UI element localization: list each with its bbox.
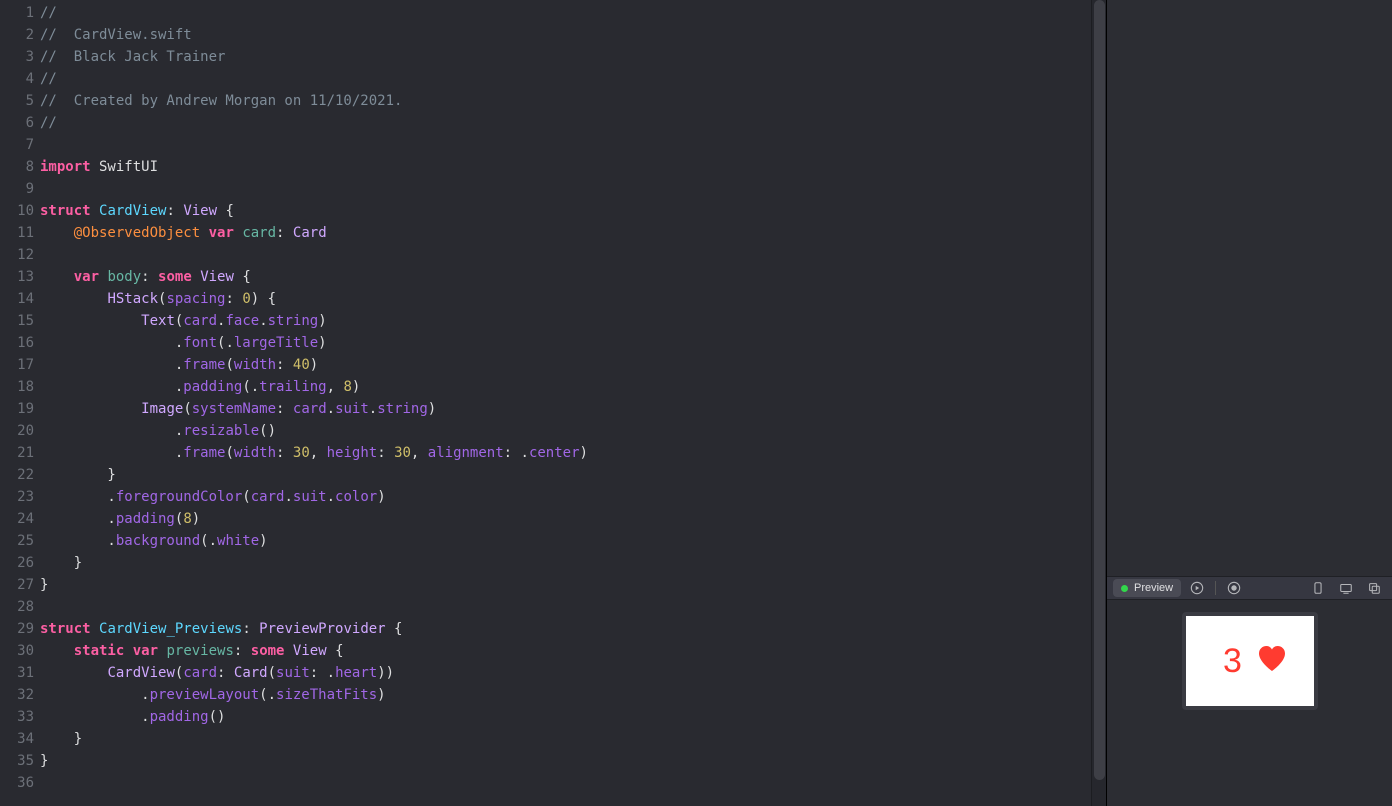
code-line[interactable]: } <box>40 464 1106 486</box>
line-number: 35 <box>0 750 40 772</box>
code-line[interactable] <box>40 178 1106 200</box>
preview-on-device-button[interactable] <box>1334 579 1358 597</box>
code-line[interactable]: // <box>40 2 1106 24</box>
code-line[interactable]: HStack(spacing: 0) { <box>40 288 1106 310</box>
code-line[interactable]: var body: some View { <box>40 266 1106 288</box>
line-number: 19 <box>0 398 40 420</box>
duplicate-preview-button[interactable] <box>1362 579 1386 597</box>
code-line[interactable]: import SwiftUI <box>40 156 1106 178</box>
code-line[interactable]: .previewLayout(.sizeThatFits) <box>40 684 1106 706</box>
code-line[interactable]: } <box>40 750 1106 772</box>
line-number: 25 <box>0 530 40 552</box>
app-root: 1234567891011121314151617181920212223242… <box>0 0 1392 806</box>
line-number: 33 <box>0 706 40 728</box>
code-line[interactable] <box>40 596 1106 618</box>
line-number: 2 <box>0 24 40 46</box>
line-number: 12 <box>0 244 40 266</box>
line-number: 20 <box>0 420 40 442</box>
card-face-value: 3 <box>1213 642 1253 681</box>
code-line[interactable]: } <box>40 728 1106 750</box>
line-number: 7 <box>0 134 40 156</box>
code-line[interactable]: .padding() <box>40 706 1106 728</box>
code-line[interactable]: CardView(card: Card(suit: .heart)) <box>40 662 1106 684</box>
line-number: 3 <box>0 46 40 68</box>
line-number: 13 <box>0 266 40 288</box>
editor-scrollbar-thumb[interactable] <box>1094 0 1105 780</box>
line-number: 17 <box>0 354 40 376</box>
preview-toolbar: Preview <box>1107 576 1392 600</box>
line-number: 32 <box>0 684 40 706</box>
line-number: 21 <box>0 442 40 464</box>
live-preview-button[interactable] <box>1185 579 1209 597</box>
code-line[interactable]: Text(card.face.string) <box>40 310 1106 332</box>
line-number: 28 <box>0 596 40 618</box>
line-number: 23 <box>0 486 40 508</box>
code-line[interactable]: // Created by Andrew Morgan on 11/10/202… <box>40 90 1106 112</box>
line-number: 15 <box>0 310 40 332</box>
line-number: 30 <box>0 640 40 662</box>
code-line[interactable] <box>40 772 1106 794</box>
line-number: 24 <box>0 508 40 530</box>
line-gutter: 1234567891011121314151617181920212223242… <box>0 0 40 806</box>
preview-label: Preview <box>1134 582 1173 594</box>
code-line[interactable] <box>40 134 1106 156</box>
code-line[interactable]: @ObservedObject var card: Card <box>40 222 1106 244</box>
preview-canvas-card[interactable]: 3 <box>1182 612 1318 710</box>
code-line[interactable]: // <box>40 112 1106 134</box>
line-number: 10 <box>0 200 40 222</box>
line-number: 18 <box>0 376 40 398</box>
code-line[interactable]: .padding(.trailing, 8) <box>40 376 1106 398</box>
line-number: 11 <box>0 222 40 244</box>
heart-suit-icon <box>1257 644 1287 678</box>
code-line[interactable]: .font(.largeTitle) <box>40 332 1106 354</box>
line-number: 14 <box>0 288 40 310</box>
code-line[interactable] <box>40 244 1106 266</box>
code-line[interactable]: .frame(width: 30, height: 30, alignment:… <box>40 442 1106 464</box>
code-line[interactable]: // <box>40 68 1106 90</box>
line-number: 26 <box>0 552 40 574</box>
code-line[interactable]: .frame(width: 40) <box>40 354 1106 376</box>
preview-status-pill[interactable]: Preview <box>1113 579 1181 597</box>
line-number: 29 <box>0 618 40 640</box>
card-view-preview: 3 <box>1186 616 1314 706</box>
line-number: 16 <box>0 332 40 354</box>
code-line[interactable]: } <box>40 574 1106 596</box>
code-line[interactable]: struct CardView: View { <box>40 200 1106 222</box>
line-number: 34 <box>0 728 40 750</box>
code-line[interactable]: .background(.white) <box>40 530 1106 552</box>
line-number: 22 <box>0 464 40 486</box>
code-line[interactable]: struct CardView_Previews: PreviewProvide… <box>40 618 1106 640</box>
line-number: 9 <box>0 178 40 200</box>
editor-scrollbar[interactable] <box>1091 0 1106 806</box>
status-dot-icon <box>1121 585 1128 592</box>
code-line[interactable]: .padding(8) <box>40 508 1106 530</box>
line-number: 5 <box>0 90 40 112</box>
line-number: 1 <box>0 2 40 24</box>
preview-pane: Preview 3 <box>1107 0 1392 806</box>
editor-pane[interactable]: 1234567891011121314151617181920212223242… <box>0 0 1106 806</box>
line-number: 4 <box>0 68 40 90</box>
selectable-button[interactable] <box>1222 579 1246 597</box>
line-number: 36 <box>0 772 40 794</box>
line-number: 31 <box>0 662 40 684</box>
code-area[interactable]: //// CardView.swift// Black Jack Trainer… <box>40 0 1106 806</box>
code-line[interactable]: .resizable() <box>40 420 1106 442</box>
code-line[interactable]: .foregroundColor(card.suit.color) <box>40 486 1106 508</box>
line-number: 8 <box>0 156 40 178</box>
code-line[interactable]: // CardView.swift <box>40 24 1106 46</box>
code-line[interactable]: static var previews: some View { <box>40 640 1106 662</box>
code-line[interactable]: } <box>40 552 1106 574</box>
line-number: 6 <box>0 112 40 134</box>
toolbar-separator <box>1215 581 1216 595</box>
code-line[interactable]: // Black Jack Trainer <box>40 46 1106 68</box>
code-line[interactable]: Image(systemName: card.suit.string) <box>40 398 1106 420</box>
line-number: 27 <box>0 574 40 596</box>
device-settings-button[interactable] <box>1306 579 1330 597</box>
